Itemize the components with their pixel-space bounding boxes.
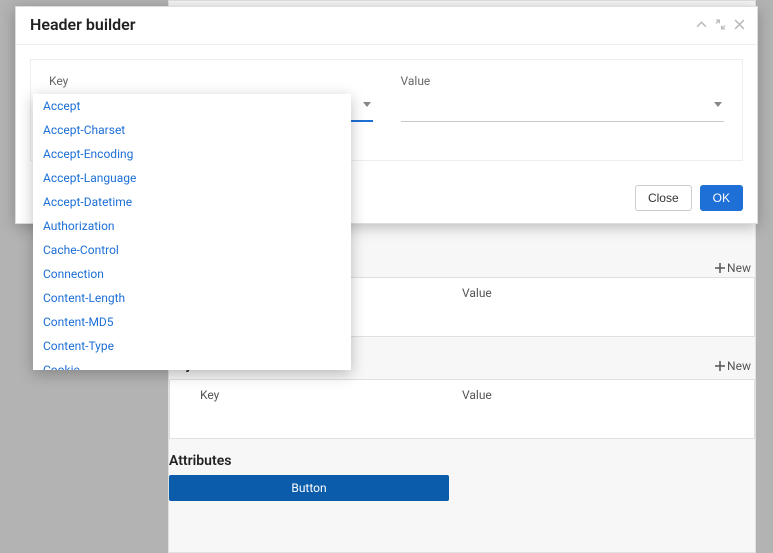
key-option[interactable]: Accept-Datetime xyxy=(33,190,351,214)
key-option[interactable]: Connection xyxy=(33,262,351,286)
collapse-icon[interactable] xyxy=(696,19,707,30)
close-icon[interactable] xyxy=(734,19,745,30)
chevron-down-icon xyxy=(363,102,371,107)
key-dropdown[interactable]: AcceptAccept-CharsetAccept-EncodingAccep… xyxy=(33,94,351,370)
expand-icon[interactable] xyxy=(715,19,726,30)
key-option[interactable]: Content-Length xyxy=(33,286,351,310)
key-option[interactable]: Accept-Charset xyxy=(33,118,351,142)
modal-title: Header builder xyxy=(30,15,696,34)
key-field-label: Key xyxy=(49,74,373,88)
key-option[interactable]: Cache-Control xyxy=(33,238,351,262)
key-option[interactable]: Accept-Language xyxy=(33,166,351,190)
key-option[interactable]: Cookie xyxy=(33,358,351,370)
key-option[interactable]: Content-Type xyxy=(33,334,351,358)
value-select[interactable] xyxy=(401,100,725,122)
chevron-down-icon xyxy=(714,102,722,107)
ok-button[interactable]: OK xyxy=(700,185,743,211)
modal-header: Header builder xyxy=(16,7,757,45)
key-option[interactable]: Accept-Encoding xyxy=(33,142,351,166)
key-option[interactable]: Accept xyxy=(33,94,351,118)
value-field-label: Value xyxy=(401,74,725,88)
close-button[interactable]: Close xyxy=(635,185,692,211)
key-option[interactable]: Authorization xyxy=(33,214,351,238)
key-option[interactable]: Content-MD5 xyxy=(33,310,351,334)
